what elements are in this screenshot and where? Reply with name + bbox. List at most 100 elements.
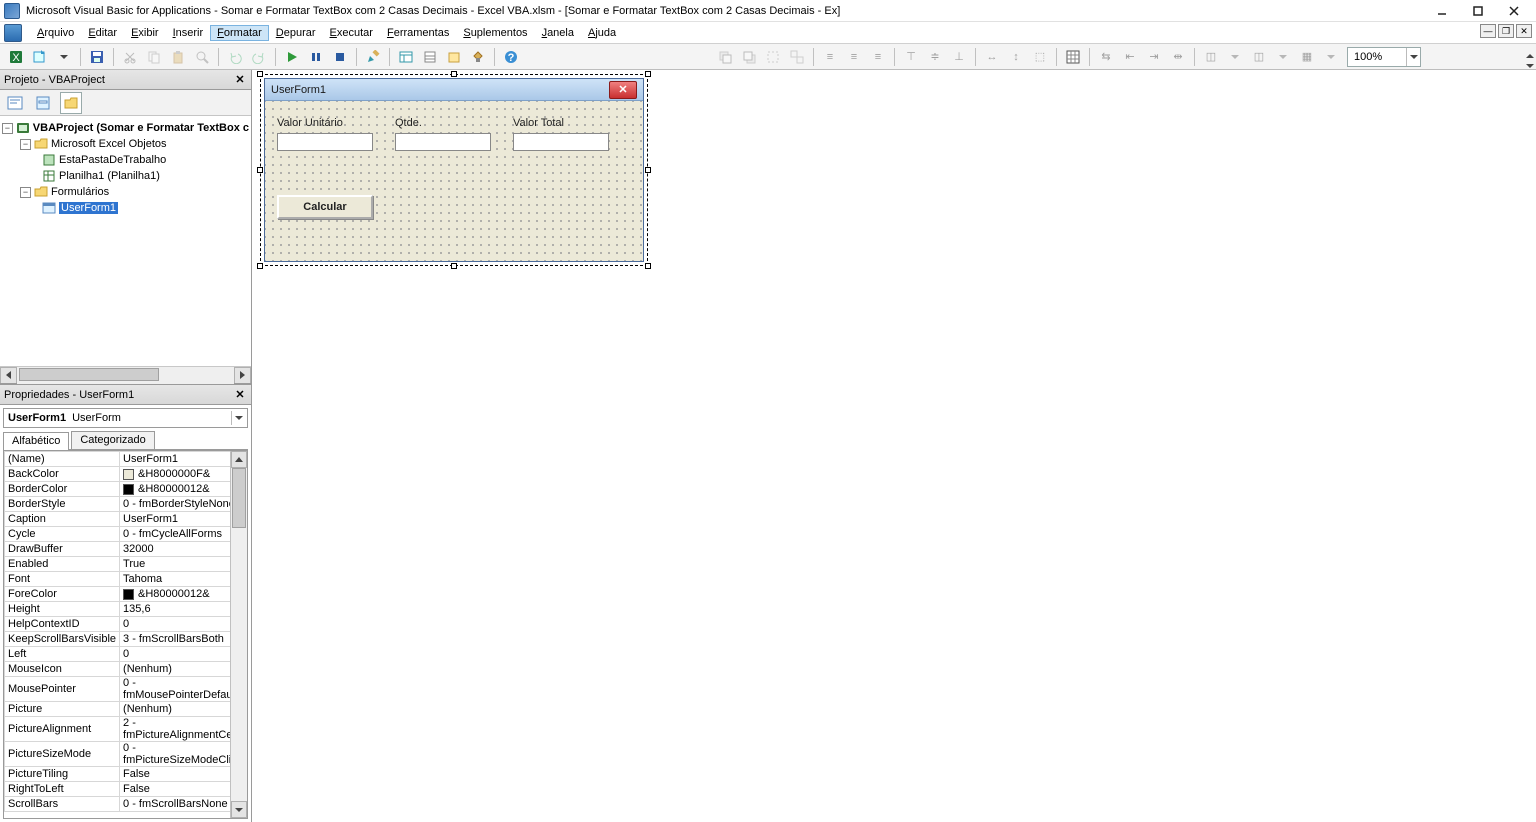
hspacing-remove-button[interactable]: ⇹ — [1167, 46, 1189, 68]
hspacing-decrease-button[interactable]: ⇥ — [1143, 46, 1165, 68]
align-right-button[interactable]: ≡ — [867, 46, 889, 68]
userform-selection-border[interactable]: UserForm1 ✕ Valor Unitário Qtde. Valor T… — [260, 74, 648, 266]
property-value[interactable]: (Nenhum) — [120, 702, 247, 717]
property-value[interactable]: 2 - fmPictureAlignmentCen — [120, 717, 247, 742]
insert-object-button[interactable] — [29, 46, 51, 68]
tree-group-objects[interactable]: Microsoft Excel Objetos — [51, 138, 167, 150]
property-value[interactable]: UserForm1 — [120, 512, 247, 527]
menu-formatar[interactable]: Formatar — [210, 25, 269, 41]
label-valor-unitario[interactable]: Valor Unitário — [277, 117, 343, 129]
property-value[interactable]: False — [120, 782, 247, 797]
menu-depurar[interactable]: Depurar — [269, 25, 323, 41]
mdi-minimize-button[interactable]: — — [1480, 24, 1496, 38]
textbox-valor-total[interactable] — [513, 133, 609, 151]
property-row[interactable]: Cycle0 - fmCycleAllForms — [5, 527, 247, 542]
tab-categorized[interactable]: Categorizado — [71, 431, 154, 449]
property-value[interactable]: 0 - fmPictureSizeModeClip — [120, 742, 247, 767]
center-vert-button[interactable]: ◫ — [1248, 46, 1270, 68]
collapse-icon[interactable]: − — [2, 123, 13, 134]
textbox-valor-unitario[interactable] — [277, 133, 373, 151]
tree-root-label[interactable]: VBAProject (Somar e Formatar TextBox c — [33, 122, 249, 134]
resize-handle[interactable] — [257, 71, 263, 77]
property-row[interactable]: PictureAlignment2 - fmPictureAlignmentCe… — [5, 717, 247, 742]
align-top-button[interactable]: ⊤ — [900, 46, 922, 68]
minimize-button[interactable] — [1424, 0, 1460, 22]
property-row[interactable]: CaptionUserForm1 — [5, 512, 247, 527]
scroll-thumb[interactable] — [19, 368, 159, 381]
property-value[interactable]: True — [120, 557, 247, 572]
toggle-folders-button[interactable] — [60, 92, 82, 114]
resize-handle[interactable] — [451, 263, 457, 269]
property-row[interactable]: DrawBuffer32000 — [5, 542, 247, 557]
project-explorer-button[interactable] — [395, 46, 417, 68]
menu-editar[interactable]: Editar — [81, 25, 124, 41]
scroll-up-button[interactable] — [231, 451, 247, 468]
chevron-down-icon[interactable] — [1406, 48, 1420, 66]
menu-inserir[interactable]: Inserir — [166, 25, 211, 41]
property-row[interactable]: RightToLeftFalse — [5, 782, 247, 797]
redo-button[interactable] — [248, 46, 270, 68]
mdi-restore-button[interactable]: ❐ — [1498, 24, 1514, 38]
property-row[interactable]: BorderColor&H80000012& — [5, 482, 247, 497]
collapse-icon[interactable]: − — [20, 187, 31, 198]
center-horiz-button[interactable]: ◫ — [1200, 46, 1222, 68]
property-value[interactable]: &H8000000F& — [120, 467, 247, 482]
property-value[interactable]: UserForm1 — [120, 452, 247, 467]
toolbar-overflow-icon[interactable] — [1524, 44, 1536, 70]
scroll-left-button[interactable] — [0, 367, 17, 384]
same-width-button[interactable]: ↔ — [981, 46, 1003, 68]
label-valor-total[interactable]: Valor Total — [513, 117, 564, 129]
bring-to-front-button[interactable] — [714, 46, 736, 68]
resize-handle[interactable] — [257, 263, 263, 269]
menu-arquivo[interactable]: Arquivo — [30, 25, 81, 41]
run-button[interactable] — [281, 46, 303, 68]
property-value[interactable]: 0 - fmScrollBarsNone — [120, 797, 247, 812]
property-value[interactable]: 0 — [120, 647, 247, 662]
property-value[interactable]: 32000 — [120, 542, 247, 557]
undo-button[interactable] — [224, 46, 246, 68]
property-row[interactable]: PictureSizeMode0 - fmPictureSizeModeClip — [5, 742, 247, 767]
property-row[interactable]: Picture(Nenhum) — [5, 702, 247, 717]
same-size-button[interactable]: ⬚ — [1029, 46, 1051, 68]
property-row[interactable]: BorderStyle0 - fmBorderStyleNone — [5, 497, 247, 512]
save-button[interactable] — [86, 46, 108, 68]
resize-handle[interactable] — [451, 71, 457, 77]
group-button[interactable] — [762, 46, 784, 68]
mdi-close-button[interactable]: ✕ — [1516, 24, 1532, 38]
tree-item-workbook[interactable]: EstaPastaDeTrabalho — [59, 154, 166, 166]
view-object-button[interactable] — [32, 92, 54, 114]
menu-executar[interactable]: Executar — [323, 25, 380, 41]
tree-item-sheet[interactable]: Planilha1 (Planilha1) — [59, 170, 160, 182]
menu-ferramentas[interactable]: Ferramentas — [380, 25, 456, 41]
property-value[interactable]: Tahoma — [120, 572, 247, 587]
collapse-icon[interactable]: − — [20, 139, 31, 150]
tab-alphabetic[interactable]: Alfabético — [3, 432, 69, 450]
hspacing-increase-button[interactable]: ⇤ — [1119, 46, 1141, 68]
resize-handle[interactable] — [257, 167, 263, 173]
size-dropdown-icon[interactable] — [1320, 46, 1342, 68]
resize-handle[interactable] — [645, 167, 651, 173]
property-value[interactable]: 3 - fmScrollBarsBoth — [120, 632, 247, 647]
property-value[interactable]: &H80000012& — [120, 587, 247, 602]
paste-button[interactable] — [167, 46, 189, 68]
reset-button[interactable] — [329, 46, 351, 68]
scroll-right-button[interactable] — [234, 367, 251, 384]
textbox-qtde[interactable] — [395, 133, 491, 151]
property-row[interactable]: (Name)UserForm1 — [5, 452, 247, 467]
project-panel-close-button[interactable]: ✕ — [233, 73, 247, 87]
chevron-down-icon[interactable] — [231, 411, 245, 425]
design-mode-button[interactable] — [362, 46, 384, 68]
userform-designer[interactable]: UserForm1 ✕ Valor Unitário Qtde. Valor T… — [264, 78, 644, 262]
menu-ajuda[interactable]: Ajuda — [581, 25, 623, 41]
property-row[interactable]: PictureTilingFalse — [5, 767, 247, 782]
property-value[interactable]: 0 - fmMousePointerDefault — [120, 677, 247, 702]
toggle-grid-button[interactable] — [1062, 46, 1084, 68]
close-button[interactable] — [1496, 0, 1532, 22]
toolbox-button[interactable] — [467, 46, 489, 68]
property-value[interactable]: (Nenhum) — [120, 662, 247, 677]
property-row[interactable]: ScrollBars0 - fmScrollBarsNone — [5, 797, 247, 812]
menu-exibir[interactable]: Exibir — [124, 25, 166, 41]
form-designer-area[interactable]: UserForm1 ✕ Valor Unitário Qtde. Valor T… — [252, 70, 1536, 822]
property-row[interactable]: FontTahoma — [5, 572, 247, 587]
resize-handle[interactable] — [645, 71, 651, 77]
